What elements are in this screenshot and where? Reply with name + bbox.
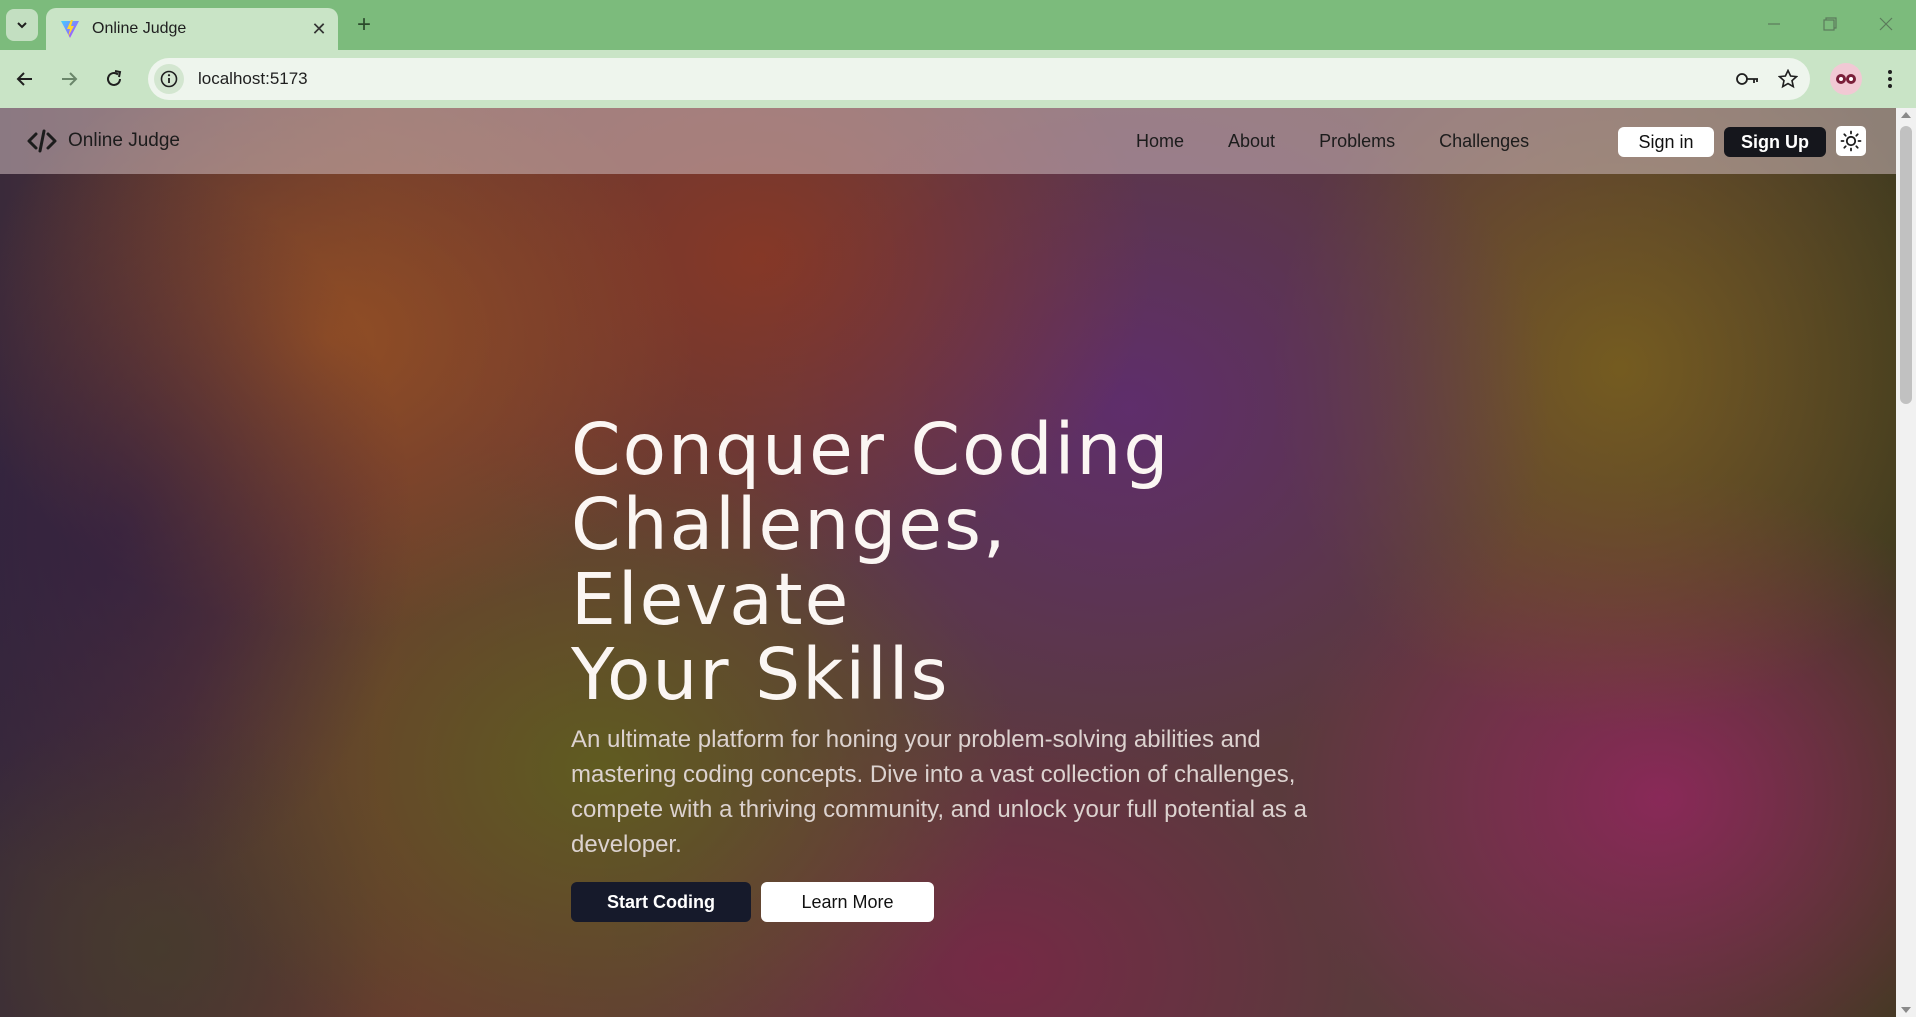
- nav-links: Home About Problems Challenges: [1136, 108, 1573, 174]
- browser-tab-bar: Online Judge ✕ +: [0, 0, 1916, 50]
- browser-tab[interactable]: Online Judge ✕: [46, 8, 338, 50]
- nav-link-home[interactable]: Home: [1136, 131, 1184, 152]
- vite-favicon-icon: [61, 20, 79, 38]
- tab-list-button[interactable]: [6, 9, 38, 41]
- brand-name: Online Judge: [68, 130, 180, 151]
- hero-title-line: Your Skills: [571, 633, 950, 716]
- profile-avatar[interactable]: [1830, 63, 1862, 95]
- hero-actions: Start Coding Learn More: [571, 882, 1311, 922]
- bookmark-star-icon[interactable]: [1770, 61, 1806, 97]
- tab-title: Online Judge: [92, 20, 187, 37]
- hero-subtitle: An ultimate platform for honing your pro…: [571, 726, 1307, 858]
- restore-icon[interactable]: [1808, 8, 1852, 40]
- tab-close-icon[interactable]: ✕: [304, 14, 334, 44]
- scroll-up-icon[interactable]: [1901, 112, 1911, 118]
- forward-icon[interactable]: [52, 62, 86, 96]
- nav-link-challenges[interactable]: Challenges: [1439, 131, 1529, 152]
- sun-icon: [1840, 130, 1862, 152]
- hero-title-line: Conquer Coding: [571, 408, 1171, 491]
- scrollbar-thumb[interactable]: [1900, 126, 1912, 404]
- hero-title: Conquer Coding Challenges, Elevate Your …: [571, 412, 1311, 712]
- back-icon[interactable]: [8, 62, 42, 96]
- site-info-icon[interactable]: [154, 64, 184, 94]
- start-coding-button[interactable]: Start Coding: [571, 882, 751, 922]
- nav-link-problems[interactable]: Problems: [1319, 131, 1395, 152]
- url-text[interactable]: localhost:5173: [198, 69, 1730, 89]
- nav-link-about[interactable]: About: [1228, 131, 1275, 152]
- close-window-icon[interactable]: [1864, 8, 1908, 40]
- scroll-down-icon[interactable]: [1901, 1007, 1911, 1013]
- chevron-down-icon: [17, 22, 27, 29]
- theme-toggle-button[interactable]: [1836, 126, 1866, 156]
- address-bar[interactable]: localhost:5173: [148, 58, 1810, 100]
- minimize-icon[interactable]: [1752, 8, 1796, 40]
- app-navbar: Online Judge Home About Problems Challen…: [0, 108, 1896, 174]
- new-tab-button[interactable]: +: [350, 11, 378, 39]
- reload-icon[interactable]: [97, 62, 131, 96]
- hero-section: Conquer Coding Challenges, Elevate Your …: [571, 412, 1311, 922]
- page-viewport: Online Judge Home About Problems Challen…: [0, 108, 1896, 1017]
- browser-toolbar: localhost:5173: [0, 50, 1916, 108]
- code-icon: [27, 129, 57, 153]
- sign-up-button[interactable]: Sign Up: [1724, 127, 1826, 157]
- page-scrollbar[interactable]: [1896, 108, 1916, 1017]
- learn-more-button[interactable]: Learn More: [761, 882, 934, 922]
- menu-dots-icon[interactable]: [1874, 63, 1906, 95]
- sign-in-button[interactable]: Sign in: [1618, 127, 1714, 157]
- brand-logo[interactable]: Online Judge: [26, 125, 180, 157]
- hero-title-line: Challenges, Elevate: [571, 483, 1008, 641]
- password-key-icon[interactable]: [1730, 61, 1766, 97]
